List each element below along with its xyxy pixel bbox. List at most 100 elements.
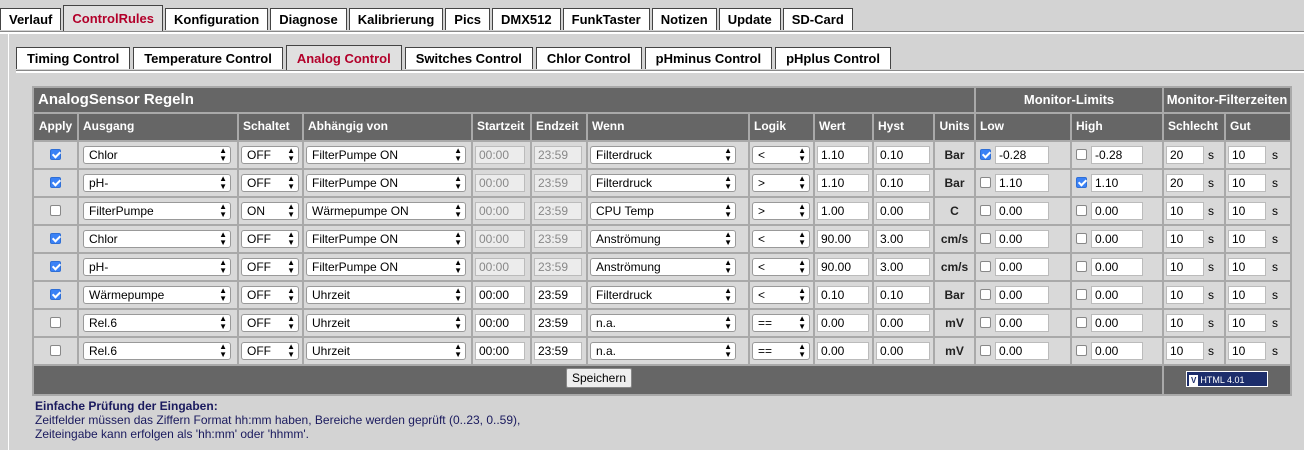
hyst-input[interactable]: 0.00 (876, 342, 930, 360)
wert-input[interactable]: 90.00 (817, 230, 869, 248)
abhaengig-select[interactable]: FilterPumpe ON ▲ ▼ (306, 146, 466, 164)
apply-checkbox[interactable] (50, 289, 61, 300)
high-checkbox[interactable] (1076, 205, 1087, 216)
schaltet-select[interactable]: OFF ▲ ▼ (241, 342, 299, 360)
low-input[interactable]: 0.00 (995, 286, 1049, 304)
high-input[interactable]: 0.00 (1091, 286, 1143, 304)
low-input[interactable]: 0.00 (995, 202, 1049, 220)
apply-checkbox[interactable] (50, 317, 61, 328)
subtab-timing-control[interactable]: Timing Control (16, 47, 131, 69)
abhaengig-select[interactable]: Uhrzeit ▲ ▼ (306, 286, 466, 304)
low-checkbox[interactable] (980, 289, 991, 300)
high-checkbox[interactable] (1076, 233, 1087, 244)
apply-checkbox[interactable] (50, 149, 61, 160)
save-button[interactable]: Speichern (566, 368, 632, 388)
low-input[interactable]: 0.00 (995, 342, 1049, 360)
wert-input[interactable]: 1.10 (817, 174, 869, 192)
logik-select[interactable]: > ▲ ▼ (752, 202, 810, 220)
high-input[interactable]: 0.00 (1091, 314, 1143, 332)
tab-konfiguration[interactable]: Konfiguration (164, 8, 269, 30)
high-input[interactable]: 0.00 (1091, 202, 1143, 220)
wenn-select[interactable]: n.a. ▲ ▼ (590, 314, 736, 332)
gut-input[interactable]: 10 (1228, 230, 1266, 248)
subtab-switches-control[interactable]: Switches Control (404, 47, 533, 69)
wert-input[interactable]: 90.00 (817, 258, 869, 276)
logik-select[interactable]: == ▲ ▼ (752, 342, 810, 360)
schaltet-select[interactable]: OFF ▲ ▼ (241, 174, 299, 192)
ausgang-select[interactable]: Rel.6 ▲ ▼ (83, 342, 231, 360)
schlecht-input[interactable]: 10 (1166, 314, 1204, 332)
hyst-input[interactable]: 0.00 (876, 202, 930, 220)
low-input[interactable]: 0.00 (995, 258, 1049, 276)
schlecht-input[interactable]: 10 (1166, 342, 1204, 360)
low-checkbox[interactable] (980, 233, 991, 244)
low-checkbox[interactable] (980, 317, 991, 328)
subtab-analog-control[interactable]: Analog Control (285, 45, 402, 71)
wert-input[interactable]: 0.00 (817, 342, 869, 360)
low-checkbox[interactable] (980, 177, 991, 188)
wenn-select[interactable]: Anströmung ▲ ▼ (590, 230, 736, 248)
schlecht-input[interactable]: 20 (1166, 174, 1204, 192)
wert-input[interactable]: 1.00 (817, 202, 869, 220)
schlecht-input[interactable]: 10 (1166, 202, 1204, 220)
startzeit-input[interactable]: 00:00 (475, 202, 525, 220)
abhaengig-select[interactable]: FilterPumpe ON ▲ ▼ (306, 258, 466, 276)
high-input[interactable]: 0.00 (1091, 342, 1143, 360)
endzeit-input[interactable]: 23:59 (534, 342, 582, 360)
gut-input[interactable]: 10 (1228, 174, 1266, 192)
wenn-select[interactable]: Anströmung ▲ ▼ (590, 258, 736, 276)
hyst-input[interactable]: 0.10 (876, 146, 930, 164)
abhaengig-select[interactable]: Uhrzeit ▲ ▼ (306, 342, 466, 360)
tab-update[interactable]: Update (718, 8, 781, 30)
endzeit-input[interactable]: 23:59 (534, 230, 582, 248)
wert-input[interactable]: 0.00 (817, 314, 869, 332)
ausgang-select[interactable]: FilterPumpe ▲ ▼ (83, 202, 231, 220)
tab-sd-card[interactable]: SD-Card (782, 8, 853, 30)
schaltet-select[interactable]: OFF ▲ ▼ (241, 146, 299, 164)
wert-input[interactable]: 0.10 (817, 286, 869, 304)
ausgang-select[interactable]: Wärmepumpe ▲ ▼ (83, 286, 231, 304)
low-checkbox[interactable] (980, 345, 991, 356)
ausgang-select[interactable]: Rel.6 ▲ ▼ (83, 314, 231, 332)
endzeit-input[interactable]: 23:59 (534, 146, 582, 164)
tab-funktaster[interactable]: FunkTaster (562, 8, 650, 30)
high-input[interactable]: 0.00 (1091, 230, 1143, 248)
hyst-input[interactable]: 0.00 (876, 314, 930, 332)
gut-input[interactable]: 10 (1228, 286, 1266, 304)
tab-controlrules[interactable]: ControlRules (63, 5, 163, 32)
wenn-select[interactable]: Filterdruck ▲ ▼ (590, 174, 736, 192)
logik-select[interactable]: < ▲ ▼ (752, 146, 810, 164)
schlecht-input[interactable]: 10 (1166, 286, 1204, 304)
hyst-input[interactable]: 0.10 (876, 174, 930, 192)
startzeit-input[interactable]: 00:00 (475, 146, 525, 164)
schaltet-select[interactable]: ON ▲ ▼ (241, 202, 299, 220)
abhaengig-select[interactable]: Uhrzeit ▲ ▼ (306, 314, 466, 332)
wenn-select[interactable]: Filterdruck ▲ ▼ (590, 286, 736, 304)
ausgang-select[interactable]: pH- ▲ ▼ (83, 174, 231, 192)
logik-select[interactable]: < ▲ ▼ (752, 286, 810, 304)
endzeit-input[interactable]: 23:59 (534, 174, 582, 192)
high-input[interactable]: -0.28 (1091, 146, 1143, 164)
hyst-input[interactable]: 3.00 (876, 230, 930, 248)
wenn-select[interactable]: Filterdruck ▲ ▼ (590, 146, 736, 164)
tab-diagnose[interactable]: Diagnose (270, 8, 347, 30)
schaltet-select[interactable]: OFF ▲ ▼ (241, 230, 299, 248)
hyst-input[interactable]: 3.00 (876, 258, 930, 276)
schaltet-select[interactable]: OFF ▲ ▼ (241, 314, 299, 332)
endzeit-input[interactable]: 23:59 (534, 314, 582, 332)
apply-checkbox[interactable] (50, 205, 61, 216)
low-checkbox[interactable] (980, 261, 991, 272)
html-validator-badge[interactable]: V HTML 4.01 (1186, 371, 1268, 387)
apply-checkbox[interactable] (50, 261, 61, 272)
low-checkbox[interactable] (980, 205, 991, 216)
endzeit-input[interactable]: 23:59 (534, 202, 582, 220)
ausgang-select[interactable]: Chlor ▲ ▼ (83, 146, 231, 164)
high-checkbox[interactable] (1076, 317, 1087, 328)
apply-checkbox[interactable] (50, 233, 61, 244)
subtab-phminus-control[interactable]: pHminus Control (644, 47, 773, 69)
high-checkbox[interactable] (1076, 289, 1087, 300)
high-input[interactable]: 0.00 (1091, 258, 1143, 276)
high-input[interactable]: 1.10 (1091, 174, 1143, 192)
gut-input[interactable]: 10 (1228, 146, 1266, 164)
startzeit-input[interactable]: 00:00 (475, 314, 525, 332)
